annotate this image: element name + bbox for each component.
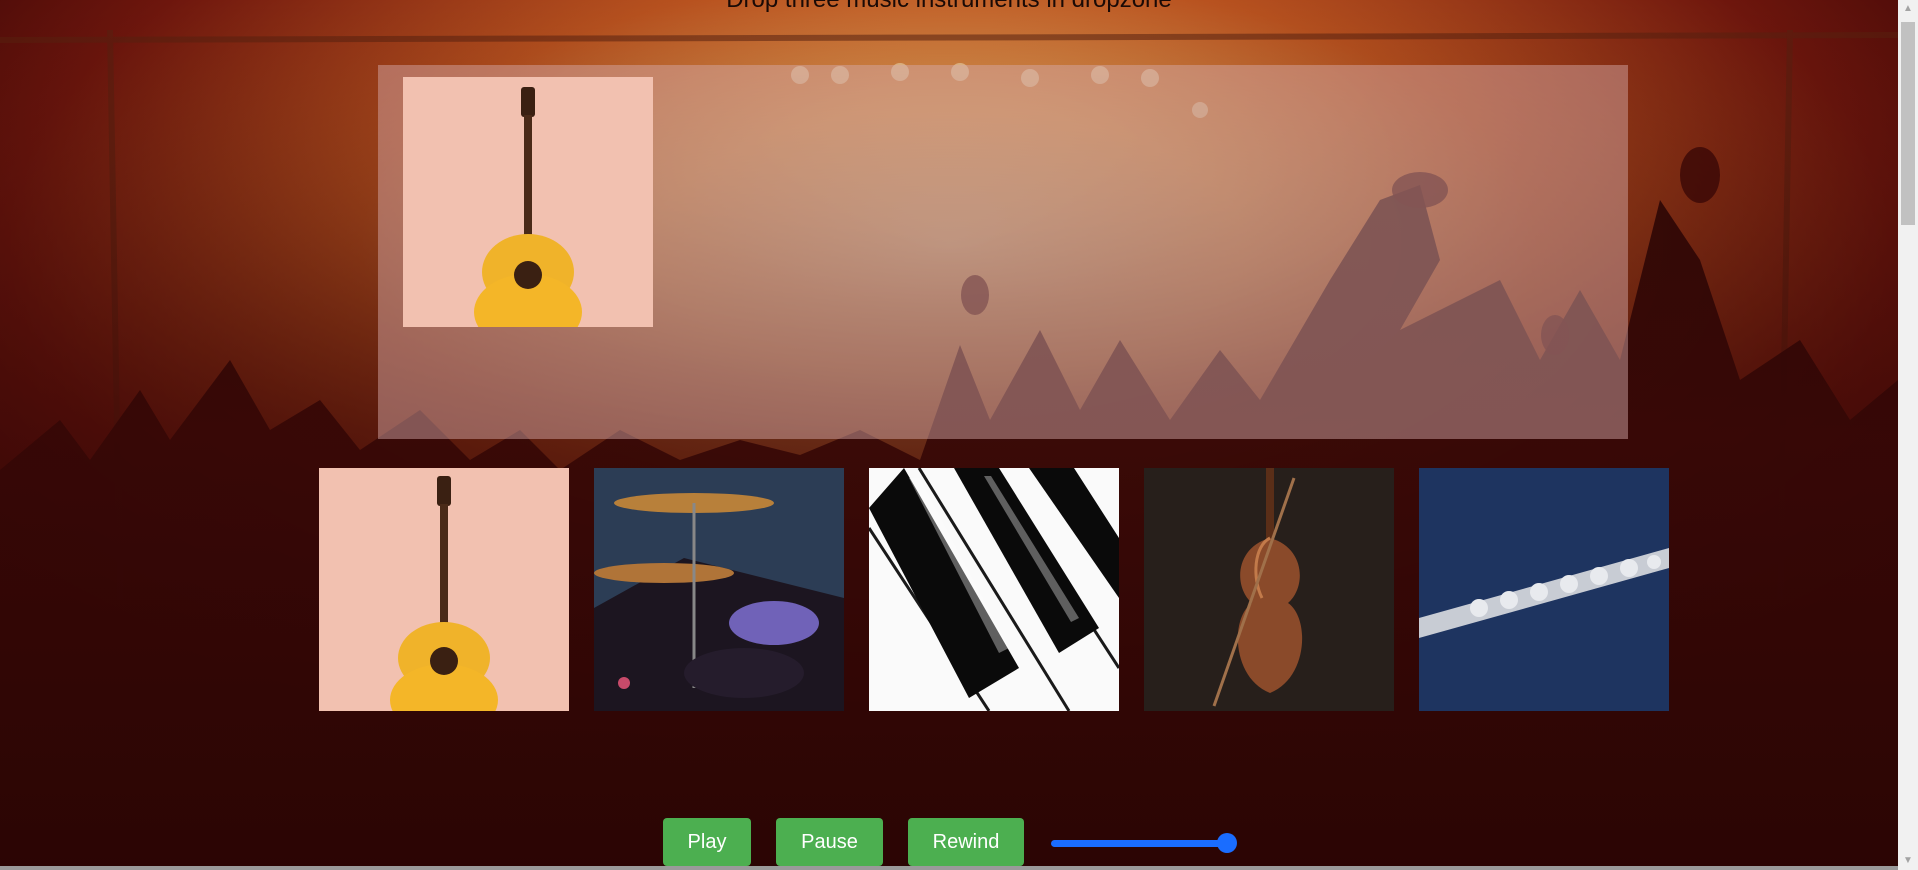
instrument-tile-violin[interactable] [1144,468,1394,711]
flute-image [1419,468,1669,711]
pause-button[interactable]: Pause [776,818,883,866]
scroll-up-arrow-icon[interactable]: ▲ [1898,0,1918,18]
violin-image [1144,468,1394,711]
piano-image [869,468,1119,711]
window-bottom-edge [0,866,1898,870]
dropzone-item-guitar[interactable] [403,77,653,327]
volume-slider-thumb[interactable] [1217,833,1237,853]
guitar-image [403,77,653,327]
scrollbar-thumb[interactable] [1901,22,1915,225]
page-heading: Drop three music instruments in dropzone [0,0,1898,14]
instrument-tile-drums[interactable] [594,468,844,711]
drums-image [594,468,844,711]
instrument-tile-guitar[interactable] [319,468,569,711]
rewind-button[interactable]: Rewind [908,818,1024,866]
vertical-scrollbar[interactable]: ▲ ▼ [1898,0,1918,870]
dropzone[interactable] [378,65,1628,439]
scroll-down-arrow-icon[interactable]: ▼ [1898,852,1918,870]
volume-slider-track[interactable] [1051,840,1227,847]
guitar-image [319,468,569,711]
play-button[interactable]: Play [663,818,751,866]
instrument-tile-flute[interactable] [1419,468,1669,711]
audio-controls: Play Pause Rewind [0,818,1898,870]
instrument-tile-piano[interactable] [869,468,1119,711]
